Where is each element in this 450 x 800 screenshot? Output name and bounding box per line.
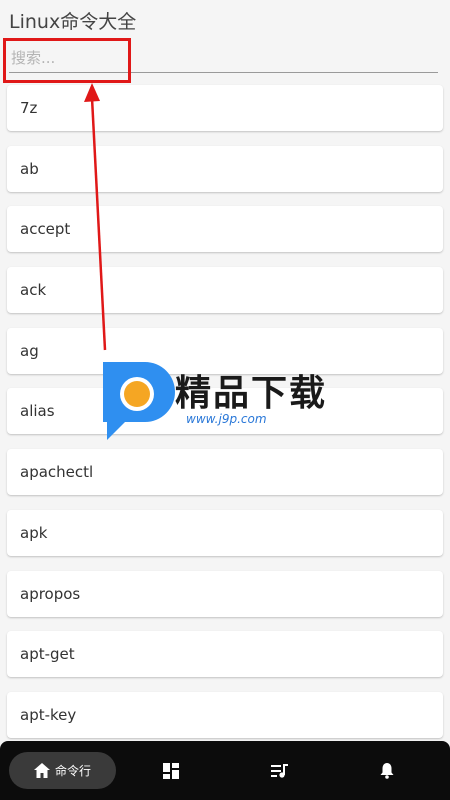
bottom-nav: 命令行	[0, 741, 450, 800]
list-item[interactable]: ack	[7, 267, 443, 314]
playlist-music-icon	[270, 763, 288, 778]
nav-item-dashboard[interactable]	[150, 752, 192, 789]
app-title: Linux命令大全	[9, 11, 137, 33]
list-item[interactable]: apachectl	[7, 449, 443, 496]
bell-icon	[380, 763, 394, 779]
list-item[interactable]: apt-get	[7, 631, 443, 678]
search-input[interactable]	[9, 44, 442, 72]
command-list: 7z ab accept ack ag alias apachectl apk …	[7, 85, 443, 753]
search-field[interactable]	[9, 44, 442, 73]
list-item[interactable]: 7z	[7, 85, 443, 131]
nav-item-playlist[interactable]	[258, 752, 300, 789]
list-item[interactable]: apt-key	[7, 691, 443, 738]
list-item[interactable]: apk	[7, 509, 443, 556]
dashboard-icon	[163, 762, 179, 779]
nav-item-commands[interactable]: 命令行	[9, 752, 116, 789]
list-item[interactable]: ab	[7, 145, 443, 192]
list-item[interactable]: ag	[7, 327, 443, 374]
home-icon	[33, 763, 50, 778]
nav-label-commands: 命令行	[54, 764, 91, 778]
list-item[interactable]: apropos	[7, 570, 443, 617]
list-item[interactable]: accept	[7, 206, 443, 253]
nav-item-notifications[interactable]	[366, 752, 408, 789]
list-item[interactable]: alias	[7, 388, 443, 435]
